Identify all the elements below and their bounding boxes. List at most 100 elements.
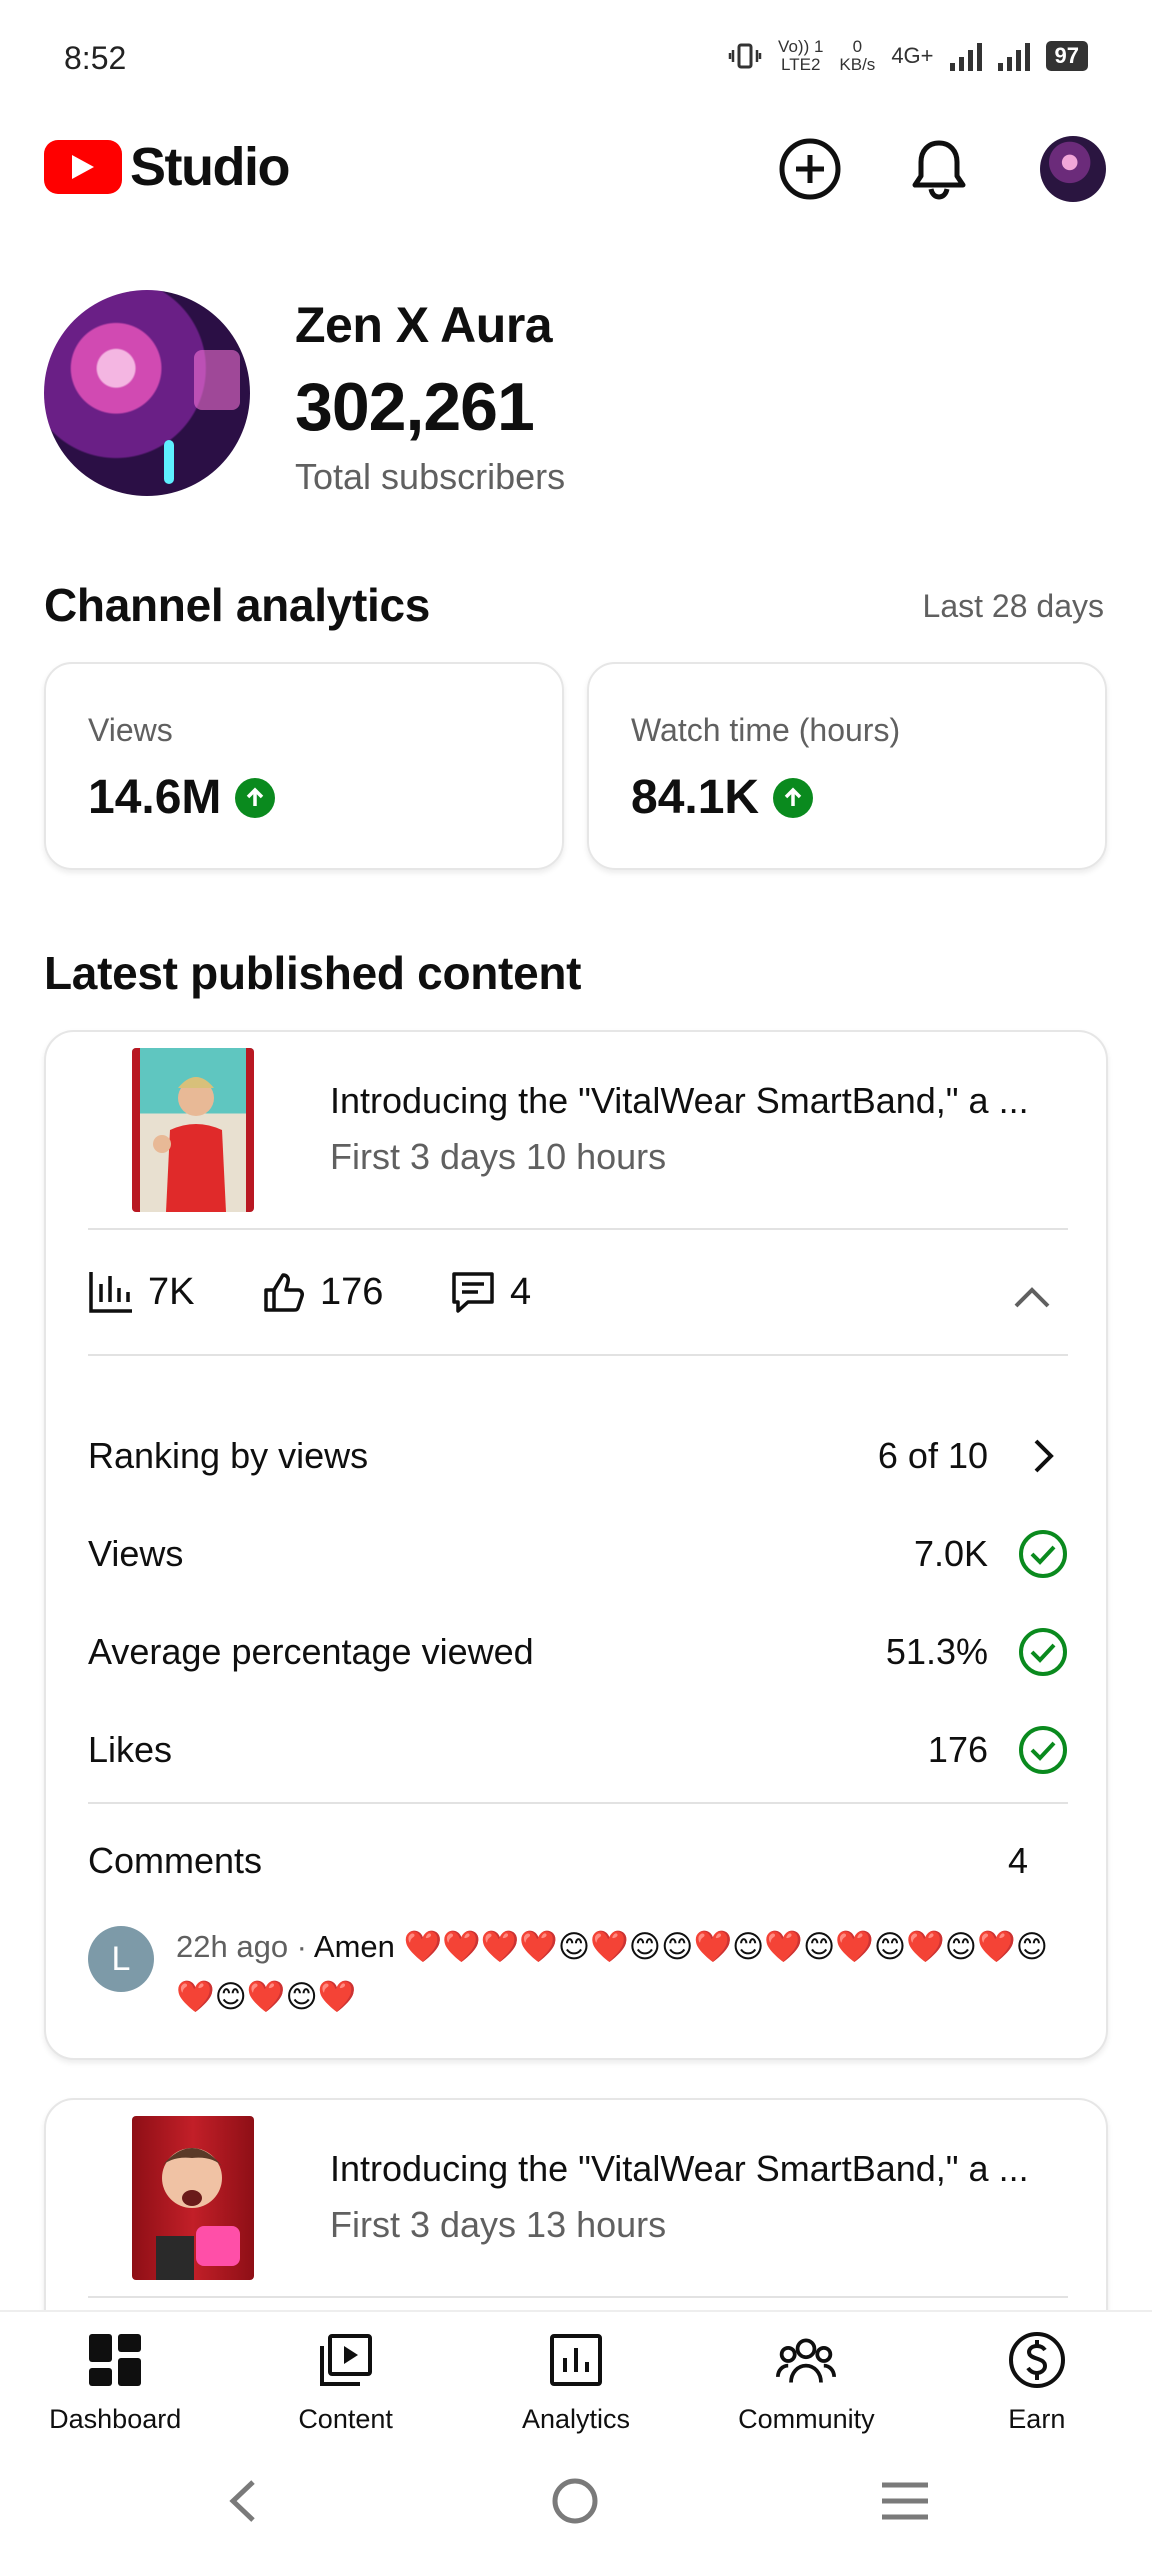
youtube-logo-icon — [44, 140, 122, 194]
speed-unit: KB/s — [839, 55, 876, 74]
subscriber-label: Total subscribers — [295, 456, 566, 497]
volte-top: Vo)) 1 — [778, 37, 824, 56]
nav-label: Earn — [1008, 2404, 1066, 2434]
content-icon — [316, 2330, 376, 2390]
status-time: 8:52 — [64, 40, 127, 76]
home-button[interactable] — [542, 2468, 608, 2534]
notifications-button[interactable] — [904, 134, 974, 204]
network-speed: 0 KB/s — [839, 38, 875, 74]
app-name: Studio — [130, 137, 290, 197]
divider — [88, 1228, 1068, 1230]
analytics-icon — [546, 2330, 606, 2390]
community-icon — [776, 2330, 837, 2390]
views-value: 14.6M — [88, 771, 222, 824]
bar-chart-icon — [89, 1272, 132, 1313]
avg-percentage-row: Average percentage viewed 51.3% — [88, 1622, 1068, 1682]
avatar-stripe — [164, 440, 174, 484]
ranking-row[interactable]: Ranking by views 6 of 10 — [88, 1426, 1068, 1486]
comments-header[interactable]: Comments 4 — [88, 1840, 1028, 1882]
video-period: First 3 days 10 hours — [330, 1136, 667, 1177]
row-label: Likes — [88, 1729, 173, 1770]
account-avatar[interactable] — [1040, 136, 1106, 202]
stat-label: Watch time (hours) — [631, 712, 901, 748]
collapse-button[interactable] — [1010, 1276, 1054, 1320]
thumbs-up-icon — [264, 1273, 304, 1312]
back-button[interactable] — [210, 2468, 276, 2534]
volte-bottom: LTE2 — [781, 55, 821, 74]
nav-analytics[interactable]: Analytics — [461, 2312, 691, 2442]
back-icon — [229, 2480, 255, 2522]
nav-content[interactable]: Content — [230, 2312, 460, 2442]
add-circle-icon — [779, 138, 841, 200]
analytics-period: Last 28 days — [922, 588, 1104, 624]
row-value: 51.3% — [885, 1631, 988, 1672]
views-row: Views 7.0K — [88, 1524, 1068, 1584]
volte-indicator: Vo)) 1 LTE2 — [778, 38, 823, 74]
vibrate-icon — [728, 43, 762, 69]
row-label: Views — [88, 1533, 184, 1574]
chevron-up-icon — [1014, 1287, 1050, 1308]
video-card: Introducing the "VitalWear SmartBand," a… — [44, 1030, 1108, 2060]
network-type: 4G+ — [891, 43, 934, 68]
video-thumbnail[interactable] — [132, 1048, 254, 1212]
nav-community[interactable]: Community — [691, 2312, 921, 2442]
earn-icon — [1007, 2330, 1067, 2390]
system-navigation — [0, 2442, 1152, 2560]
stat-label: Views — [88, 712, 173, 748]
comments-total: 4 — [1007, 1840, 1028, 1881]
subscriber-count: 302,261 — [295, 369, 535, 445]
divider — [88, 2296, 1068, 2298]
bell-icon — [912, 140, 966, 200]
create-button[interactable] — [775, 134, 845, 204]
battery-icon: 97 — [1045, 41, 1088, 71]
video-likes-metric: 176 — [262, 1270, 383, 1314]
latest-content-title: Latest published content — [44, 947, 582, 999]
video-views-metric: 7K — [88, 1270, 194, 1314]
top-comment[interactable]: L 22h ago · Amen ❤️❤️❤️❤️😊❤️😊😊❤️😊❤️😊❤️😊❤… — [88, 1922, 1068, 2022]
recents-button[interactable] — [872, 2468, 938, 2534]
nav-label: Dashboard — [49, 2404, 182, 2434]
stat-value: 14.6M — [88, 770, 276, 825]
views-card[interactable]: Views 14.6M — [44, 662, 564, 870]
chevron-right-icon — [1034, 1439, 1054, 1473]
nav-label: Community — [738, 2404, 875, 2434]
row-value: 7.0K — [913, 1533, 988, 1574]
status-bar: 8:52 Vo)) 1 LTE2 0 KB/s 4G+ 97 — [0, 0, 1152, 120]
analytics-title: Channel analytics — [44, 579, 431, 631]
bottom-navigation: Dashboard Content Analytics Community Ea… — [0, 2310, 1152, 2442]
channel-name: Zen X Aura — [295, 297, 553, 353]
check-circle-icon — [1019, 1628, 1067, 1676]
divider — [88, 1354, 1068, 1356]
dashboard-icon — [85, 2330, 145, 2390]
trend-up-icon — [773, 777, 814, 818]
check-circle-icon — [1019, 1726, 1067, 1774]
nav-label: Content — [298, 2404, 393, 2434]
likes-row: Likes 176 — [88, 1720, 1068, 1780]
nav-earn[interactable]: Earn — [922, 2312, 1152, 2442]
home-icon — [552, 2478, 598, 2524]
nav-dashboard[interactable]: Dashboard — [0, 2312, 230, 2442]
watch-time-card[interactable]: Watch time (hours) 84.1K — [587, 662, 1107, 870]
row-value: 6 of 10 — [877, 1435, 988, 1476]
commenter-avatar: L — [88, 1926, 154, 1992]
youtube-studio-logo[interactable]: Studio — [44, 136, 290, 198]
video-thumbnail[interactable] — [132, 2116, 254, 2280]
nav-label: Analytics — [521, 2404, 631, 2434]
comment-icon — [452, 1272, 494, 1313]
signal-icon-2 — [997, 41, 1030, 71]
status-icons: Vo)) 1 LTE2 0 KB/s 4G+ 97 — [728, 38, 1088, 74]
video-title[interactable]: Introducing the "VitalWear SmartBand," a… — [330, 1080, 1080, 1122]
comment-body: 22h ago · Amen ❤️❤️❤️❤️😊❤️😊😊❤️😊❤️😊❤️😊❤️😊… — [176, 1922, 1056, 2022]
stat-value: 84.1K — [631, 770, 814, 825]
divider — [88, 1802, 1068, 1804]
row-label: Ranking by views — [88, 1435, 369, 1476]
comment-meta: 22h ago · — [176, 1929, 314, 1964]
signal-icon-1 — [949, 41, 982, 71]
row-value: 176 — [927, 1729, 988, 1770]
video-title[interactable]: Introducing the "VitalWear SmartBand," a… — [330, 2148, 1080, 2190]
trend-up-icon — [235, 777, 276, 818]
views-count: 7K — [148, 1270, 195, 1313]
video-comments-metric: 4 — [450, 1270, 531, 1314]
check-circle-icon — [1019, 1530, 1067, 1578]
comments-count: 4 — [510, 1270, 532, 1313]
